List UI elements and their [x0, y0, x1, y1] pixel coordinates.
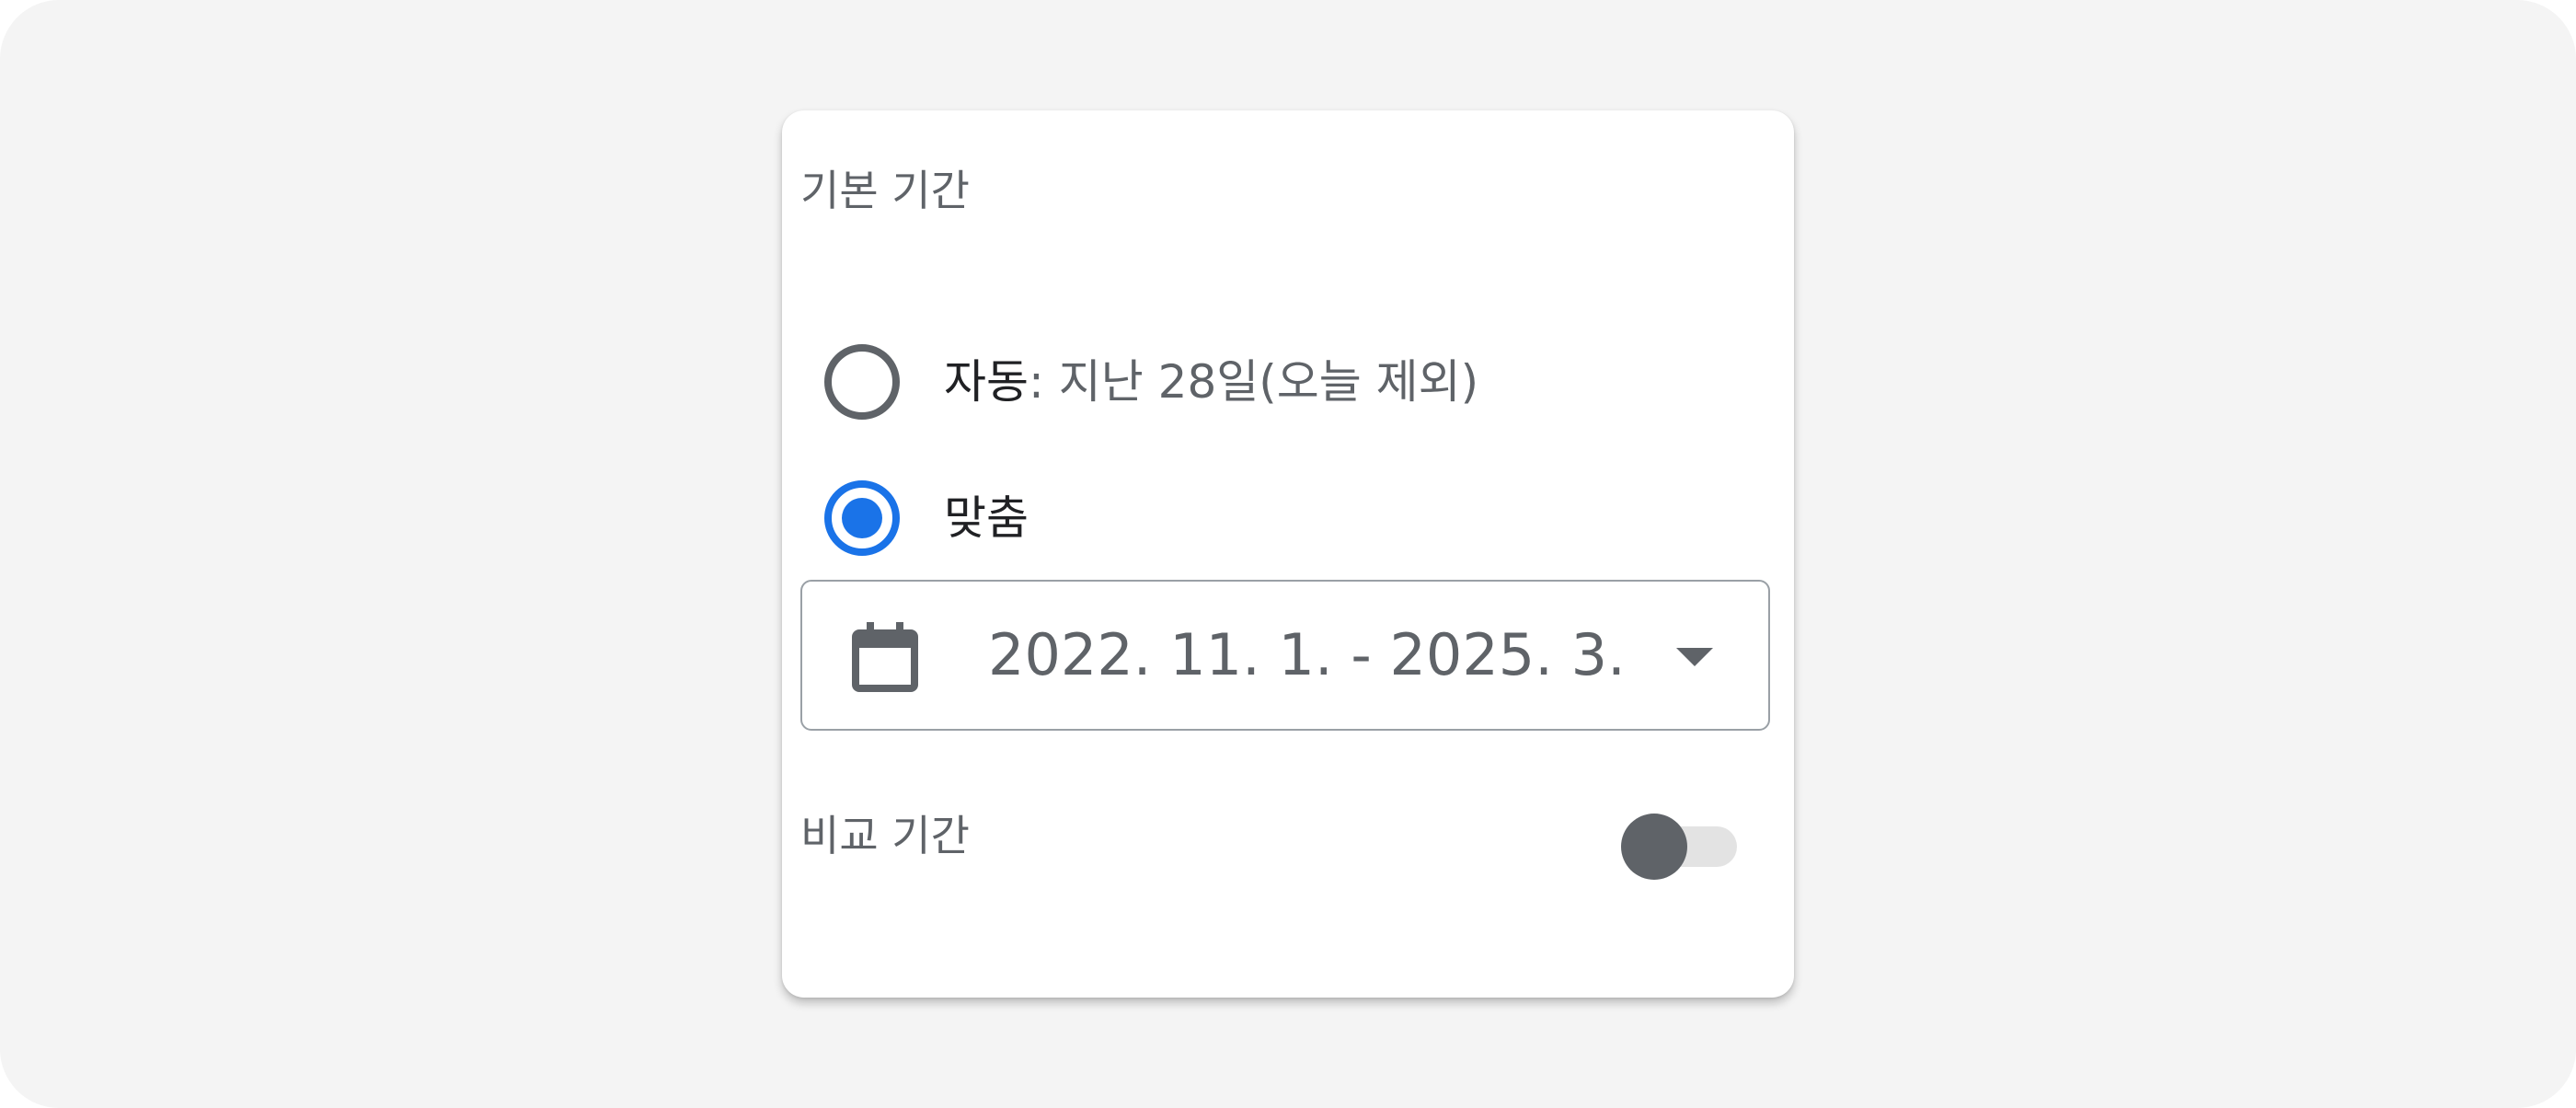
radio-option-auto[interactable]: 자동: 지난 28일(오늘 제외) [824, 338, 1478, 426]
date-range-value: 2022. 11. 1. - 2025. 3. 1... [988, 621, 1632, 688]
radio-label-auto: 자동: 지난 28일(오늘 제외) [944, 359, 1478, 405]
calendar-icon [852, 622, 918, 692]
radio-label-auto-detail: : 지난 28일(오늘 제외) [1029, 355, 1479, 409]
arrow-drop-down-icon [1676, 648, 1713, 666]
radio-label-custom: 맞춤 [944, 491, 1029, 545]
radio-button-custom[interactable] [824, 480, 900, 556]
radio-button-auto[interactable] [824, 344, 900, 420]
screenshot-background: 기본 기간 자동: 지난 28일(오늘 제외) 맞춤 2022. 11. 1. … [0, 0, 2576, 1108]
default-period-label: 기본 기간 [800, 166, 970, 215]
toggle-knob [1621, 814, 1687, 880]
date-range-panel: 기본 기간 자동: 지난 28일(오늘 제외) 맞춤 2022. 11. 1. … [782, 110, 1794, 998]
compare-period-label: 비교 기간 [800, 811, 970, 860]
date-range-dropdown[interactable]: 2022. 11. 1. - 2025. 3. 1... [800, 580, 1770, 731]
radio-label-auto-name: 자동 [944, 355, 1029, 409]
radio-selected-dot [842, 498, 882, 538]
compare-period-toggle[interactable] [1621, 814, 1744, 880]
radio-option-custom[interactable]: 맞춤 [824, 474, 1029, 562]
